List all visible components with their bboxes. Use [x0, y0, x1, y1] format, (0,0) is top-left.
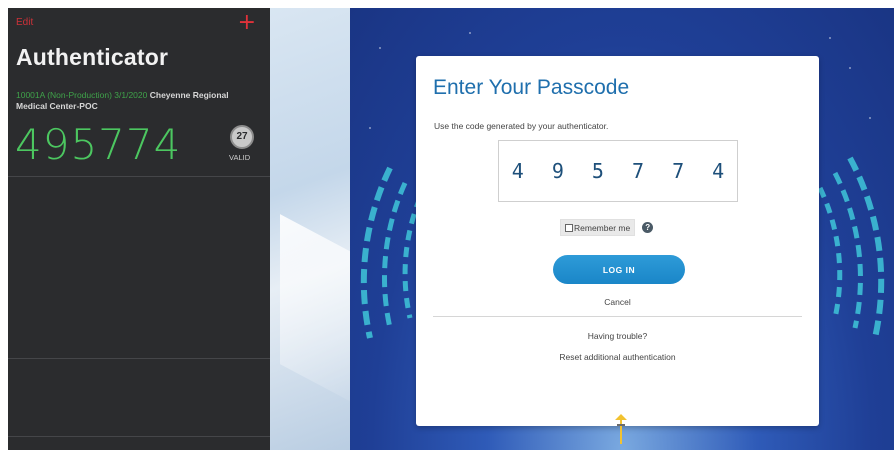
- authenticator-app: Edit + Authenticator 10001A (Non-Product…: [8, 8, 270, 450]
- divider: [433, 316, 802, 317]
- passcode-input[interactable]: [498, 140, 738, 202]
- remember-me-row: Remember me ?: [560, 219, 654, 236]
- divider: [8, 176, 270, 177]
- remember-me-label: Remember me: [574, 222, 631, 233]
- login-button[interactable]: LOG IN: [553, 255, 685, 284]
- countdown-timer: 27: [230, 125, 254, 149]
- having-trouble-link[interactable]: Having trouble?: [416, 331, 819, 341]
- app-toolbar: Edit +: [8, 8, 270, 42]
- reset-authentication-link[interactable]: Reset additional authentication: [416, 352, 819, 362]
- app-title: Authenticator: [16, 44, 169, 70]
- checkbox-icon[interactable]: [565, 223, 573, 232]
- cancel-link[interactable]: Cancel: [416, 297, 819, 307]
- instruction-text: Use the code generated by your authentic…: [434, 121, 609, 131]
- otp-code[interactable]: 495774: [15, 122, 181, 168]
- remember-me-checkbox[interactable]: Remember me: [560, 219, 636, 236]
- cursor-icon: [615, 414, 627, 444]
- divider: [8, 436, 270, 437]
- account-id: 10001A (Non-Production) 3/1/2020: [16, 90, 148, 100]
- login-card: Enter Your Passcode Use the code generat…: [416, 56, 819, 426]
- background-strip: [270, 8, 350, 450]
- question-icon[interactable]: ?: [642, 222, 654, 233]
- edit-button[interactable]: Edit: [16, 17, 33, 28]
- page-title: Enter Your Passcode: [433, 76, 630, 99]
- plus-icon[interactable]: +: [238, 11, 256, 35]
- status-badge: VALID: [229, 153, 251, 162]
- divider: [8, 358, 270, 359]
- account-label: 10001A (Non-Production) 3/1/2020 Cheyenn…: [16, 90, 246, 112]
